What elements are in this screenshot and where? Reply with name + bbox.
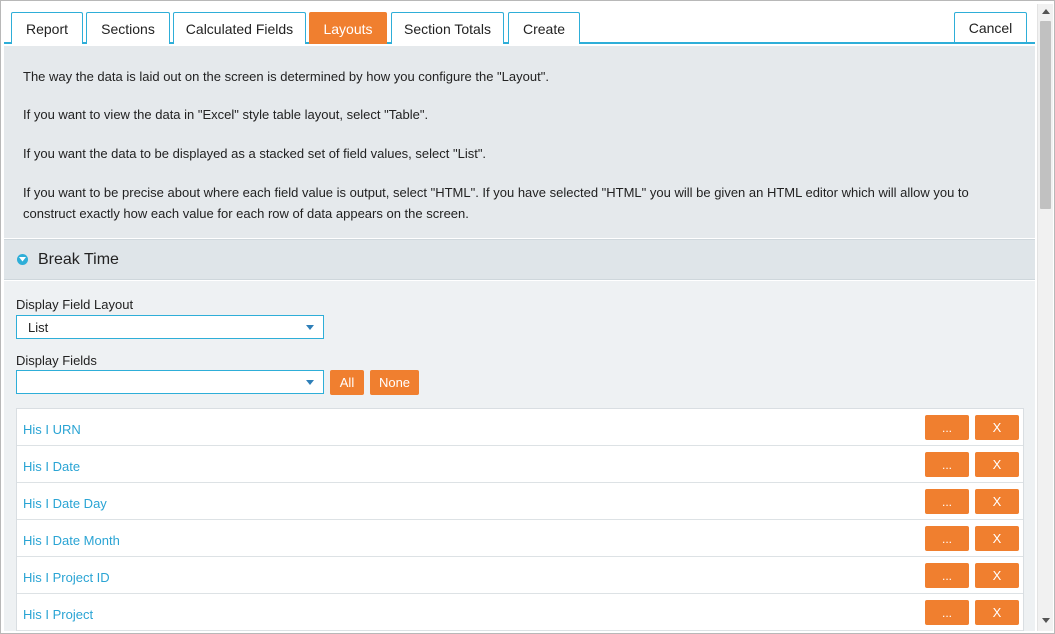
section-header[interactable]: Break Time (4, 239, 1035, 280)
field-name[interactable]: His I Date (23, 459, 80, 474)
tab-bar: Report Sections Calculated Fields Layout… (4, 4, 1035, 44)
tab-report[interactable]: Report (11, 12, 83, 44)
field-options-button[interactable]: ... (925, 415, 969, 440)
tab-create[interactable]: Create (508, 12, 580, 44)
field-options-button[interactable]: ... (925, 452, 969, 477)
section-body: Display Field Layout List Display Fields… (4, 281, 1035, 631)
scrollbar-thumb[interactable] (1040, 21, 1051, 209)
field-row: His I URN ... X (17, 409, 1023, 446)
dropdown-caret-icon (306, 380, 314, 385)
field-name[interactable]: His I Project ID (23, 570, 110, 585)
field-name[interactable]: His I Date Month (23, 533, 120, 548)
field-row: His I Date Day ... X (17, 483, 1023, 520)
field-options-button[interactable]: ... (925, 526, 969, 551)
tab-calculated-fields[interactable]: Calculated Fields (173, 12, 306, 44)
section-title: Break Time (38, 251, 119, 268)
field-remove-button[interactable]: X (975, 452, 1019, 477)
field-remove-button[interactable]: X (975, 415, 1019, 440)
dialog-content: Report Sections Calculated Fields Layout… (4, 4, 1035, 631)
field-options-button[interactable]: ... (925, 563, 969, 588)
help-text-2: If you want to view the data in "Excel" … (23, 107, 429, 122)
display-fields-list: His I URN ... X His I Date ... X His I D… (16, 408, 1024, 631)
scroll-up-arrow-icon[interactable] (1042, 9, 1050, 14)
field-options-button[interactable]: ... (925, 600, 969, 625)
display-field-layout-value: List (28, 320, 49, 335)
display-fields-label: Display Fields (16, 353, 97, 368)
field-row: His I Date ... X (17, 446, 1023, 483)
display-field-layout-label: Display Field Layout (16, 297, 134, 312)
display-field-layout-select[interactable]: List (16, 315, 324, 339)
field-name[interactable]: His I URN (23, 422, 81, 437)
help-text-4: If you want to be precise about where ea… (23, 185, 969, 221)
field-name[interactable]: His I Project (23, 607, 93, 622)
tab-layouts[interactable]: Layouts (309, 12, 387, 44)
select-none-button[interactable]: None (370, 370, 419, 395)
field-remove-button[interactable]: X (975, 526, 1019, 551)
help-text-3: If you want the data to be displayed as … (23, 146, 487, 161)
field-remove-button[interactable]: X (975, 489, 1019, 514)
field-row: His I Project ID ... X (17, 557, 1023, 594)
layout-help-panel: The way the data is laid out on the scre… (4, 46, 1035, 238)
field-remove-button[interactable]: X (975, 600, 1019, 625)
field-row: His I Date Month ... X (17, 520, 1023, 557)
field-name[interactable]: His I Date Day (23, 496, 107, 511)
field-row: His I Project ... X (17, 594, 1023, 631)
help-text-1: The way the data is laid out on the scre… (23, 69, 549, 84)
scroll-down-arrow-icon[interactable] (1042, 618, 1050, 623)
dialog-window: Report Sections Calculated Fields Layout… (0, 0, 1055, 634)
collapse-chevron-icon[interactable] (17, 254, 28, 265)
field-options-button[interactable]: ... (925, 489, 969, 514)
field-remove-button[interactable]: X (975, 563, 1019, 588)
tab-sections[interactable]: Sections (86, 12, 170, 44)
cancel-button[interactable]: Cancel (954, 12, 1027, 43)
dropdown-caret-icon (306, 325, 314, 330)
tab-section-totals[interactable]: Section Totals (391, 12, 504, 44)
vertical-scrollbar[interactable] (1037, 4, 1053, 631)
display-fields-select[interactable] (16, 370, 324, 394)
select-all-button[interactable]: All (330, 370, 364, 395)
